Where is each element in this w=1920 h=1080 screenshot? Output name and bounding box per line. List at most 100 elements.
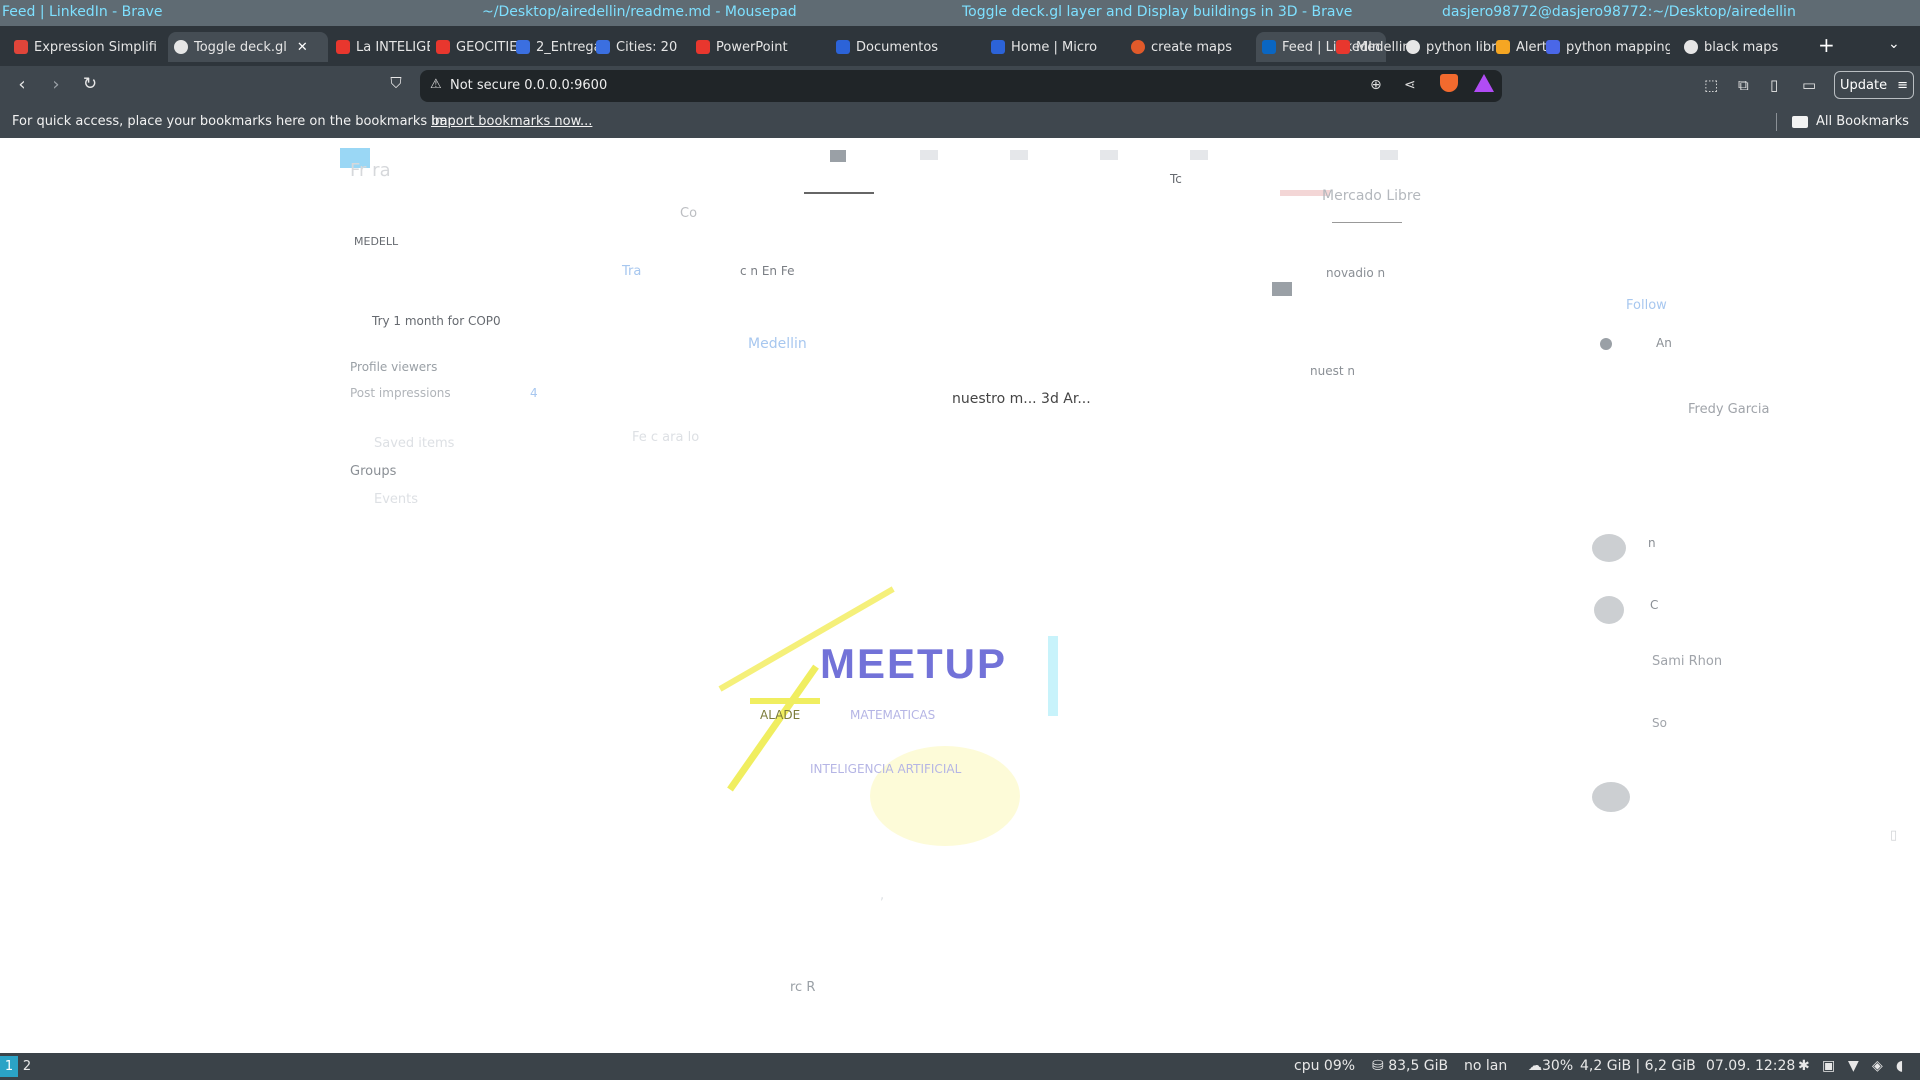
tab-search-chevron-icon[interactable]: ⌄ <box>1888 36 1900 52</box>
ad-fragment: novadio n <box>1326 266 1386 280</box>
post-action-fragment[interactable]: Tc <box>1170 172 1182 186</box>
follow-link[interactable]: Follow <box>1626 298 1667 313</box>
not-secure-icon[interactable]: ⚠ <box>430 77 442 92</box>
avatar[interactable] <box>1600 338 1612 350</box>
tab[interactable]: Cities: 20 <box>590 32 690 62</box>
profile-name[interactable]: Fr ra <box>350 160 391 181</box>
tab-favicon-icon <box>1496 40 1510 54</box>
window-title-browser[interactable]: Feed | LinkedIn - Brave <box>2 4 162 20</box>
shield-icon[interactable]: ◈ <box>1872 1058 1883 1074</box>
update-label: Update <box>1840 77 1888 93</box>
brave-shield-icon[interactable] <box>1440 74 1458 92</box>
jobs-icon[interactable] <box>1010 150 1028 160</box>
tab[interactable]: PowerPoint <box>690 32 820 62</box>
meetup-banner-image[interactable]: MEETUP ALADE MATEMATICAS INTELIGENCIA AR… <box>718 586 1060 886</box>
cloud-icon: ☁ <box>1528 1058 1542 1074</box>
tab-favicon-icon <box>1262 40 1276 54</box>
tab[interactable]: create maps <box>1125 32 1255 62</box>
banner-stroke <box>750 698 820 704</box>
window-title-mousepad[interactable]: ~/Desktop/airedellin/readme.md - Mousepa… <box>482 4 797 20</box>
window-icon[interactable]: ▣ <box>1822 1058 1835 1074</box>
tab-strip: Expression Simplifi Toggle deck.gl ✕ La … <box>0 26 1920 66</box>
tab[interactable]: Documentos <box>830 32 980 62</box>
browser-toolbar: ‹ › ↻ ⛉ ⚠ Not secure 0.0.0.0:9600 ⊕ ⋖ ⬚ … <box>0 66 1920 106</box>
workspace-button[interactable]: 1 <box>0 1056 18 1077</box>
suggestion-fragment: n <box>1648 536 1656 550</box>
extensions-icon[interactable]: ⬚ <box>1704 76 1718 94</box>
meetup-subtitle: INTELIGENCIA ARTIFICIAL <box>810 762 962 776</box>
profile-viewers-label[interactable]: Profile viewers <box>350 360 437 374</box>
tab[interactable]: python mapping <box>1540 32 1670 62</box>
wifi-icon[interactable]: ▼ <box>1848 1058 1859 1074</box>
feed-fragment: c n En Fe <box>740 264 795 278</box>
wallet-icon[interactable]: ▭ <box>1802 76 1816 94</box>
mercado-libre-label[interactable]: Mercado Libre <box>1322 188 1421 204</box>
tab-label: Home | Micro <box>1011 39 1098 55</box>
bookmark-icon[interactable]: ⛉ <box>384 74 408 92</box>
network-status[interactable]: no lan <box>1464 1058 1507 1074</box>
tab[interactable]: black maps <box>1678 32 1808 62</box>
network-icon[interactable] <box>920 150 938 160</box>
import-bookmarks-link[interactable]: Import bookmarks now... <box>431 114 592 129</box>
zoom-icon[interactable]: ⊕ <box>1370 77 1382 93</box>
security-label: Not secure <box>450 78 521 93</box>
update-button[interactable]: Update ≡ <box>1834 71 1914 99</box>
back-button[interactable]: ‹ <box>10 74 34 95</box>
forward-button[interactable]: › <box>44 74 68 95</box>
tab[interactable]: python libr <box>1400 32 1500 62</box>
memory-usage[interactable]: ☁30% <box>1528 1058 1573 1074</box>
cpu-monitor[interactable]: cpu 09% <box>1294 1058 1355 1074</box>
work-icon[interactable] <box>1380 150 1398 160</box>
ad-thumbnail[interactable] <box>1272 282 1292 296</box>
memory-value[interactable]: 4,2 GiB | 6,2 GiB <box>1580 1058 1696 1074</box>
url-value: 0.0.0.0:9600 <box>524 78 608 93</box>
tab-active[interactable]: Toggle deck.gl ✕ <box>168 32 328 62</box>
avatar[interactable] <box>1594 596 1624 624</box>
bluetooth-icon[interactable]: ✱ <box>1798 1058 1810 1074</box>
tab[interactable]: La INTELIGEN <box>330 32 430 62</box>
saved-items-link[interactable]: Saved items <box>374 436 454 451</box>
tab-label: create maps <box>1151 39 1233 55</box>
events-link[interactable]: Events <box>374 492 418 507</box>
folder-icon <box>1792 115 1808 128</box>
ad-fragment: nuest n <box>1310 364 1355 378</box>
close-icon[interactable]: ✕ <box>297 40 308 55</box>
new-tab-button[interactable]: + <box>1818 33 1835 57</box>
address-bar[interactable]: ⚠ Not secure 0.0.0.0:9600 ⊕ ⋖ <box>420 70 1502 102</box>
reload-button[interactable]: ↻ <box>78 74 102 94</box>
share-icon[interactable]: ⋖ <box>1404 77 1416 93</box>
clock[interactable]: 07.09. 12:28 <box>1706 1058 1795 1074</box>
suggestion-name[interactable]: Sami Rhon <box>1652 654 1722 669</box>
tab[interactable]: Home | Micro <box>985 32 1125 62</box>
suggestion-fragment: An <box>1656 336 1672 350</box>
url-text[interactable]: Not secure 0.0.0.0:9600 <box>450 78 607 93</box>
tab-favicon-icon <box>174 40 188 54</box>
suggestion-name[interactable]: Fredy Garcia <box>1688 402 1770 417</box>
tab-label: python mapping <box>1566 39 1670 55</box>
banner-stroke <box>1048 636 1058 716</box>
avatar[interactable] <box>1592 782 1630 812</box>
brave-rewards-icon[interactable] <box>1474 74 1494 92</box>
messaging-icon[interactable] <box>1100 150 1118 160</box>
groups-link[interactable]: Groups <box>350 464 396 479</box>
window-title-terminal[interactable]: dasjero98772@dasjero98772:~/Desktop/aire… <box>1442 4 1796 20</box>
divider <box>1332 222 1402 223</box>
volume-icon[interactable]: ◖ <box>1896 1058 1903 1074</box>
sidebar-icon[interactable]: ▯ <box>1770 76 1778 94</box>
workspace-button[interactable]: 2 <box>18 1056 36 1077</box>
all-bookmarks-button[interactable]: All Bookmarks <box>1792 114 1909 129</box>
window-title-browser-2[interactable]: Toggle deck.gl layer and Display buildin… <box>962 4 1352 20</box>
tab[interactable]: Expression Simplifi <box>8 32 158 62</box>
disk-value: 83,5 GiB <box>1388 1058 1449 1074</box>
scroll-indicator-icon[interactable]: ▯ <box>1890 828 1897 843</box>
tab-label: PowerPoint <box>716 39 788 55</box>
tab-favicon-icon <box>1546 40 1560 54</box>
notifications-icon[interactable] <box>1190 150 1208 160</box>
avatar[interactable] <box>1592 534 1626 562</box>
post-impressions-label[interactable]: Post impressions <box>350 386 451 400</box>
disk-usage[interactable]: ⛁ 83,5 GiB <box>1372 1058 1448 1074</box>
premium-offer-link[interactable]: Try 1 month for COP0 <box>372 314 501 328</box>
puzzle-icon[interactable]: ⧉ <box>1738 76 1749 94</box>
medellin-fragment[interactable]: Medellin <box>748 336 807 352</box>
home-icon[interactable] <box>830 150 846 162</box>
